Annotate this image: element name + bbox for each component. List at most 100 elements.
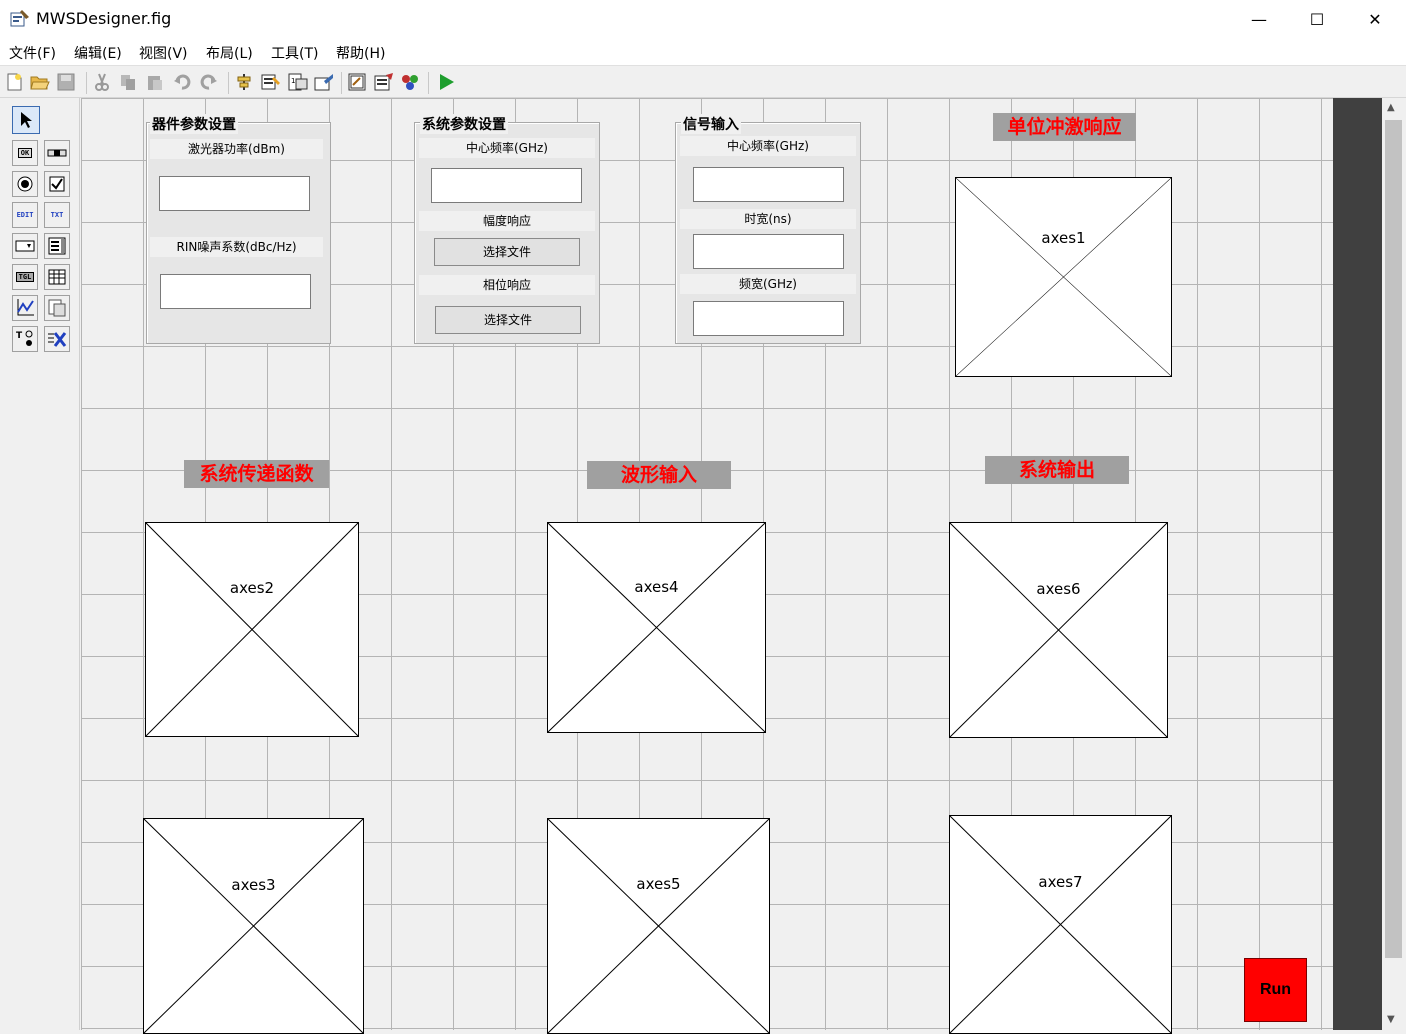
scrollbar-thumb[interactable] (1385, 120, 1402, 958)
axes-label: axes2 (229, 579, 275, 597)
minimize-button[interactable]: — (1230, 0, 1288, 38)
axes6[interactable]: axes6 (949, 522, 1168, 738)
panel-tool[interactable] (44, 295, 70, 321)
axes-tool[interactable] (12, 295, 38, 321)
checkbox-icon (49, 176, 65, 192)
axes-cross-icon (548, 523, 765, 732)
bandwidth-input[interactable] (693, 301, 844, 336)
device-panel-title: 器件参数设置 (150, 114, 238, 134)
title-bar: MWSDesigner.fig — ☐ ✕ (0, 0, 1406, 38)
axes5[interactable]: axes5 (547, 818, 770, 1034)
laser-power-input[interactable] (159, 176, 310, 211)
laser-power-label: 激光器功率(dBm) (150, 139, 323, 159)
svg-text:1: 1 (291, 77, 295, 85)
button-group-tool[interactable]: T (12, 326, 38, 352)
minimize-icon: — (1251, 9, 1267, 29)
time-width-input[interactable] (693, 234, 844, 269)
phase-response-label: 相位响应 (419, 275, 595, 295)
axes-cross-icon (950, 523, 1167, 737)
tab-order-icon[interactable]: 1 (288, 72, 308, 92)
axes-cross-icon (950, 816, 1171, 1033)
panel-icon (48, 299, 66, 317)
system-output-heading: 系统输出 (985, 456, 1129, 484)
menu-file[interactable]: 文件(F) (9, 43, 56, 63)
rin-input[interactable] (160, 274, 311, 309)
menu-view[interactable]: 视图(V) (139, 43, 188, 63)
axes-cross-icon (956, 178, 1171, 376)
activex-tool[interactable] (44, 326, 70, 352)
axes2[interactable]: axes2 (145, 522, 359, 737)
pushbutton-tool[interactable]: OK (12, 140, 38, 166)
close-button[interactable]: ✕ (1346, 0, 1404, 38)
cut-icon[interactable] (92, 72, 112, 92)
open-icon[interactable] (30, 72, 50, 92)
axes-cross-icon (548, 819, 769, 1033)
menu-editor-icon[interactable] (261, 72, 281, 92)
editor-icon[interactable] (348, 72, 368, 92)
menu-edit[interactable]: 编辑(E) (74, 43, 122, 63)
amp-response-label: 幅度响应 (419, 211, 595, 231)
waveform-input-heading: 波形输入 (587, 461, 731, 489)
signal-center-freq-label: 中心频率(GHz) (680, 136, 856, 156)
scroll-up-icon[interactable]: ▲ (1387, 102, 1395, 113)
axes-label: axes3 (231, 876, 276, 894)
axes-label: axes4 (634, 578, 679, 596)
toolbar-separator (428, 72, 429, 94)
pushbutton-icon: OK (17, 148, 33, 158)
edit-text-icon: EDIT (16, 211, 34, 219)
toolbar-separator (86, 72, 87, 94)
axes7[interactable]: axes7 (949, 815, 1172, 1034)
menu-help[interactable]: 帮助(H) (336, 43, 385, 63)
static-text-tool[interactable]: TXT (44, 202, 70, 228)
popup-menu-tool[interactable] (12, 233, 38, 259)
toolbar: 1 (0, 66, 1406, 98)
slider-tool[interactable] (44, 140, 70, 166)
axes-cross-icon (144, 819, 363, 1033)
menu-tools[interactable]: 工具(T) (271, 43, 318, 63)
object-browser-icon[interactable] (400, 72, 420, 92)
axes-label: axes6 (1036, 580, 1081, 598)
phase-select-file-button[interactable]: 选择文件 (435, 306, 581, 334)
axes4[interactable]: axes4 (547, 522, 766, 733)
axes-cross-icon (146, 523, 358, 736)
time-width-label: 时宽(ns) (680, 209, 856, 229)
checkbox-tool[interactable] (44, 171, 70, 197)
arrow-cursor-icon (21, 112, 32, 128)
undo-icon[interactable] (172, 72, 192, 92)
system-panel-title: 系统参数设置 (420, 114, 508, 134)
align-icon[interactable] (234, 72, 254, 92)
redo-icon[interactable] (199, 72, 219, 92)
property-inspector-icon[interactable] (374, 72, 394, 92)
activex-icon (48, 332, 67, 347)
menu-layout[interactable]: 布局(L) (206, 43, 253, 63)
axes3[interactable]: axes3 (143, 818, 364, 1034)
save-icon[interactable] (56, 72, 76, 92)
maximize-button[interactable]: ☐ (1288, 0, 1346, 38)
listbox-tool[interactable] (44, 233, 70, 259)
toolbar-editor-icon[interactable] (314, 72, 334, 92)
amp-select-file-button[interactable]: 选择文件 (434, 238, 580, 266)
toolbar-separator (228, 72, 229, 94)
copy-icon[interactable] (118, 72, 138, 92)
paste-icon[interactable] (145, 72, 165, 92)
edit-text-tool[interactable]: EDIT (12, 202, 38, 228)
select-tool[interactable] (12, 106, 40, 134)
listbox-icon (48, 237, 66, 255)
run-icon[interactable] (436, 72, 456, 92)
scroll-down-icon[interactable]: ▼ (1387, 1014, 1395, 1025)
toggle-button-tool[interactable]: TGL (12, 264, 38, 290)
run-button[interactable]: Run (1244, 958, 1307, 1022)
toggle-icon: TGL (15, 272, 35, 282)
axes-label: axes1 (1041, 229, 1086, 247)
svg-text:T: T (16, 331, 23, 341)
window-title: MWSDesigner.fig (36, 9, 172, 28)
toolbar-separator (341, 72, 342, 94)
signal-center-freq-input[interactable] (693, 167, 844, 202)
radiobutton-tool[interactable] (12, 171, 38, 197)
axes1[interactable]: axes1 (955, 177, 1172, 377)
signal-panel-title: 信号输入 (681, 114, 741, 134)
table-tool[interactable] (44, 264, 70, 290)
close-icon: ✕ (1368, 9, 1382, 29)
new-icon[interactable] (4, 72, 24, 92)
center-freq-input[interactable] (431, 168, 582, 203)
